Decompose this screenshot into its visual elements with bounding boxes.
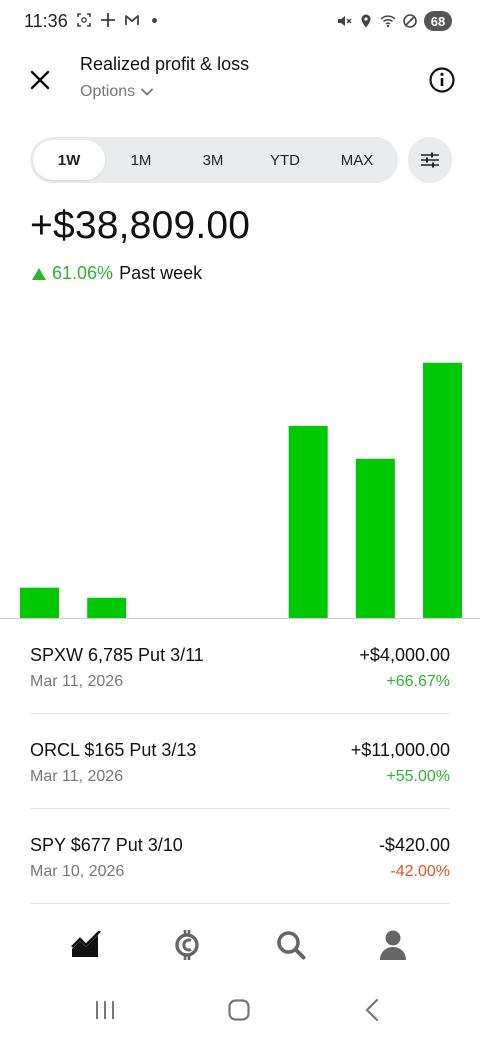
change-summary: 61.06% Past week [32, 263, 202, 284]
status-time: 11:36 [24, 11, 68, 31]
battery-indicator: 68 [424, 11, 452, 31]
trade-row[interactable]: SPY $677 Put 3/10 Mar 10, 2026 -$420.00 … [30, 809, 450, 904]
trade-percent: +55.00% [386, 768, 450, 785]
trade-amount: -$420.00 [378, 835, 450, 855]
pnl-bar-chart [20, 362, 463, 618]
tab-1w[interactable]: 1W [33, 140, 105, 180]
bottom-nav [0, 915, 480, 975]
back-icon [365, 998, 379, 1022]
recents-button[interactable] [90, 995, 120, 1025]
screenshot-icon [77, 13, 91, 27]
back-button[interactable] [358, 995, 388, 1025]
home-icon [228, 999, 250, 1021]
trade-name: ORCL $165 Put 3/13 [30, 740, 197, 760]
nav-account[interactable] [375, 927, 411, 963]
search-icon [277, 931, 306, 960]
trade-date: Mar 10, 2026 [30, 863, 125, 880]
change-percent: 61.06% [52, 263, 114, 283]
close-button[interactable] [22, 62, 58, 98]
nav-investing[interactable] [68, 927, 104, 963]
dnd-icon [403, 14, 417, 28]
trade-name: SPY $677 Put 3/10 [30, 835, 183, 855]
title-block: Realized profit & loss Options [80, 54, 249, 101]
trade-amount: +$4,000.00 [359, 645, 450, 665]
investing-icon [71, 931, 101, 957]
trade-date: Mar 11, 2026 [30, 768, 124, 785]
trade-amount: +$11,000.00 [350, 740, 450, 760]
info-button[interactable] [424, 62, 460, 98]
header: Realized profit & loss Options [0, 48, 480, 112]
crypto-icon [175, 930, 199, 960]
location-icon [361, 14, 371, 28]
asset-type-label: Options [80, 83, 136, 100]
page-title: Realized profit & loss [80, 54, 250, 74]
tab-max[interactable]: MAX [321, 140, 393, 180]
chart-bar[interactable] [355, 458, 395, 618]
gmail-icon [125, 15, 139, 25]
asset-type-dropdown[interactable]: Options [80, 83, 249, 101]
tab-1m[interactable]: 1M [105, 140, 177, 180]
info-icon [429, 67, 455, 93]
chart-bar[interactable] [423, 362, 463, 618]
chevron-down-icon [141, 88, 154, 96]
system-nav-bar [0, 985, 480, 1040]
trades-list: SPXW 6,785 Put 3/11 Mar 11, 2026 +$4,000… [30, 619, 450, 904]
nav-search[interactable] [273, 927, 309, 963]
period-selector: 1W 1M 3M YTD MAX [30, 137, 398, 183]
status-system-icons: 68 [336, 11, 452, 31]
trade-row[interactable]: ORCL $165 Put 3/13 Mar 11, 2026 +$11,000… [30, 714, 450, 809]
tab-3m[interactable]: 3M [177, 140, 249, 180]
mute-icon [338, 16, 352, 26]
account-icon [380, 930, 406, 960]
trade-row[interactable]: SPXW 6,785 Put 3/11 Mar 11, 2026 +$4,000… [30, 619, 450, 714]
home-button[interactable] [224, 995, 254, 1025]
trade-percent: -42.00% [390, 863, 450, 880]
chart-bar[interactable] [288, 425, 328, 618]
recents-icon [96, 1001, 114, 1019]
filter-button[interactable] [408, 137, 452, 183]
close-icon [30, 70, 50, 90]
chart-bar[interactable] [87, 597, 127, 618]
wifi-icon [380, 15, 396, 28]
triangle-up-icon [32, 267, 46, 280]
total-realized-amount: +$38,809.00 [30, 204, 251, 247]
trade-name: SPXW 6,785 Put 3/11 [30, 645, 204, 665]
nav-crypto[interactable] [169, 927, 205, 963]
status-notification-icons [76, 12, 157, 28]
notification-dot [152, 17, 157, 23]
trade-percent: +66.67% [386, 673, 450, 690]
status-bar: 11:36 68 [0, 0, 480, 44]
trade-date: Mar 11, 2026 [30, 673, 124, 690]
app-icon [101, 13, 115, 27]
filter-sliders-icon [421, 152, 439, 168]
tab-ytd[interactable]: YTD [249, 140, 321, 180]
change-period: Past week [119, 263, 203, 283]
chart-bar[interactable] [20, 587, 59, 618]
